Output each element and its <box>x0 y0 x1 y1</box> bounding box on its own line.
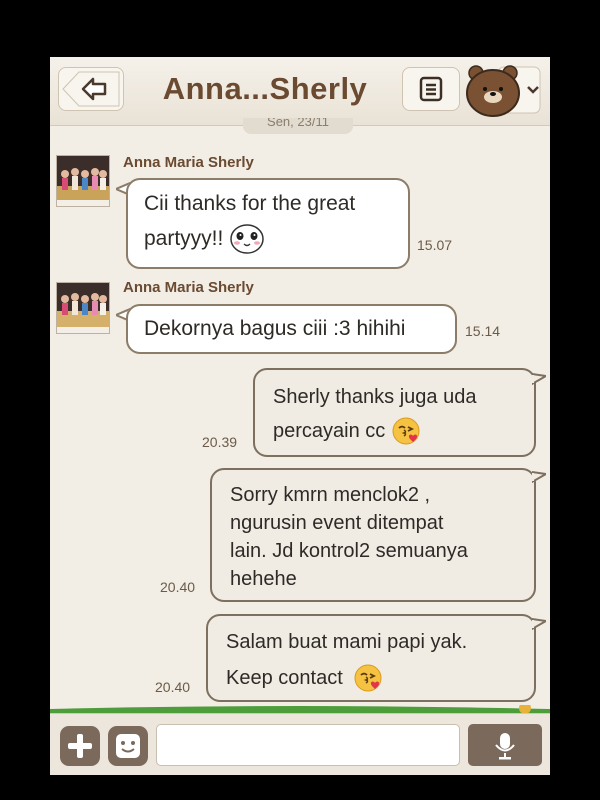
message-input[interactable] <box>156 724 460 766</box>
message-line: Sherly thanks juga uda <box>273 386 477 408</box>
voice-button[interactable] <box>468 724 542 766</box>
message-line: Dekornya bagus ciii :3 hihihi <box>144 317 406 340</box>
bubble-tail <box>532 372 546 386</box>
message-line: Sorry kmrn menclok2 , <box>230 484 431 506</box>
message-line: percayain cc <box>273 420 386 442</box>
message-time: 20.40 <box>155 679 191 695</box>
emoticon-button[interactable] <box>108 726 148 766</box>
bear-menu-button[interactable] <box>464 63 542 117</box>
message-line: ngurusin event ditempat <box>230 512 444 534</box>
message-line: Keep contact <box>226 667 343 689</box>
back-arrow-icon <box>62 71 120 107</box>
chat-screen: Anna...Sherly Sen, 23/11 Anna Maria Sher… <box>50 57 550 775</box>
message-time: 15.14 <box>465 323 501 339</box>
message-time: 15.07 <box>417 237 453 253</box>
grass-decoration <box>50 705 550 713</box>
message-time: 20.39 <box>202 434 238 450</box>
list-icon <box>419 76 443 102</box>
kiss-face-icon <box>354 664 382 692</box>
avatar[interactable] <box>56 155 110 207</box>
message-line: Salam buat mami papi yak. <box>226 631 468 653</box>
add-button[interactable] <box>60 726 100 766</box>
message-line: lain. Jd kontrol2 semuanya <box>230 540 468 562</box>
chat-title: Anna...Sherly <box>162 71 368 106</box>
avatar[interactable] <box>56 282 110 334</box>
message-bubble[interactable]: Dekornya bagus ciii :3 hihihi <box>126 304 457 354</box>
group-photo <box>57 283 109 333</box>
message-line: Cii thanks for the great <box>144 192 356 215</box>
date-separator: Sen, 23/11 <box>243 118 353 134</box>
message-bubble[interactable]: Salam buat mami papi yak. Keep contact <box>206 614 536 702</box>
group-photo <box>57 156 109 206</box>
message-line: partyyy!! <box>144 227 224 250</box>
message-bubble[interactable]: Sherly thanks juga uda percayain cc <box>253 368 536 457</box>
chat-header: Anna...Sherly <box>50 57 550 126</box>
message-time: 20.40 <box>160 579 196 595</box>
sender-name: Anna Maria Sherly <box>123 279 254 296</box>
bubble-tail <box>532 470 546 484</box>
sender-name: Anna Maria Sherly <box>123 154 254 171</box>
kiss-face-icon <box>392 417 420 445</box>
smiley-icon <box>116 734 140 758</box>
plus-icon <box>68 734 92 758</box>
menu-button[interactable] <box>402 67 460 111</box>
back-button[interactable] <box>58 67 124 111</box>
message-bubble[interactable]: Sorry kmrn menclok2 , ngurusin event dit… <box>210 468 536 602</box>
microphone-icon <box>495 733 515 760</box>
message-bubble[interactable]: Cii thanks for the great partyyy!! <box>126 178 410 269</box>
bear-avatar-icon <box>466 65 541 117</box>
bubble-tail <box>532 617 546 631</box>
message-line: hehehe <box>230 568 297 590</box>
composer-bar <box>50 713 550 775</box>
panda-face-icon <box>230 223 265 254</box>
